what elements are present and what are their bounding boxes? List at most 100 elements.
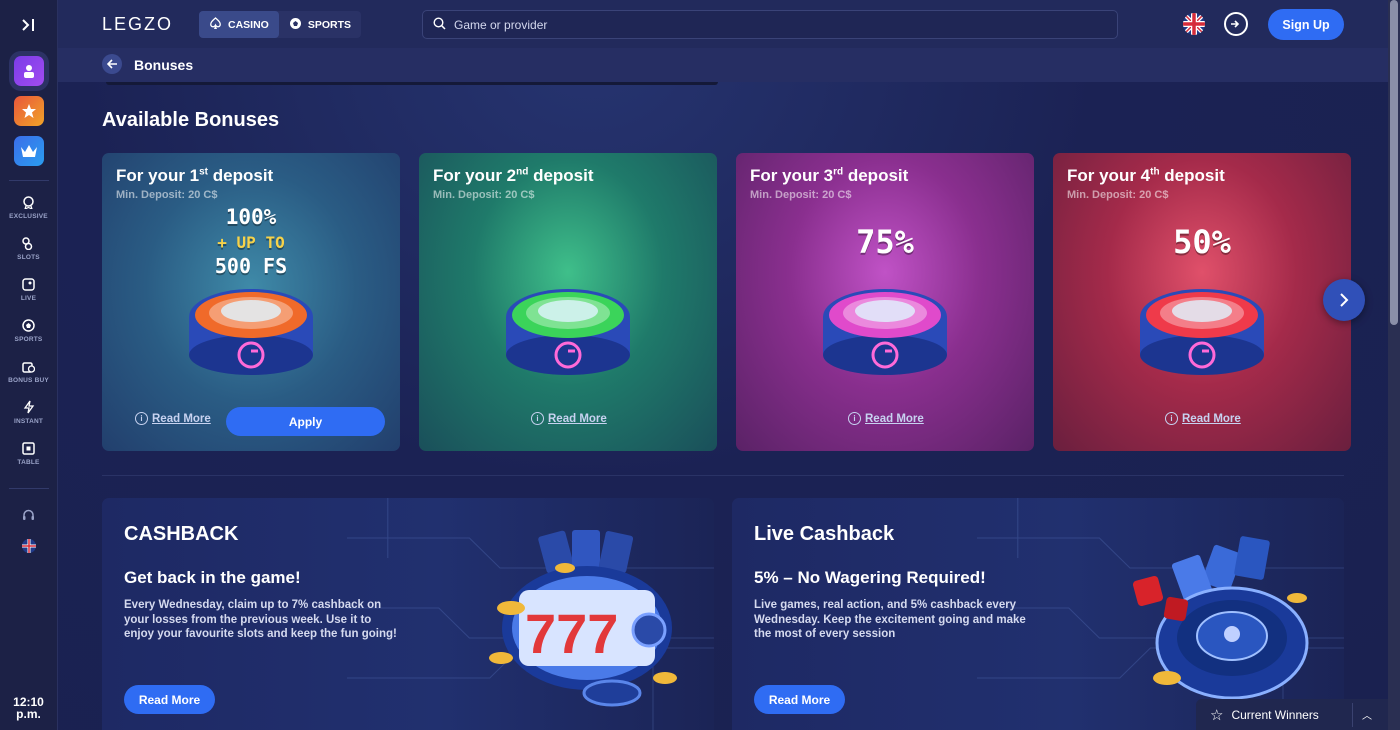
nav-tabs: CASINO SPORTS [199,11,362,38]
bonus-buy-icon [22,359,36,373]
sidebar-item-bonus-buy[interactable]: BONUS BUY [8,359,49,392]
scrollbar[interactable] [1388,0,1400,730]
sidebar-item-label: LIVE [20,295,37,302]
promo-description: Live games, real action, and 5% cashback… [754,599,1026,640]
chevron-right-icon [1340,293,1349,307]
read-more-link[interactable]: i Read More [1165,412,1241,425]
bonus-pedestal-image [189,289,313,375]
bonus-card-3: For your 3rd deposit Min. Deposit: 20 C$… [736,153,1034,451]
card-min-deposit: Min. Deposit: 20 C$ [116,189,218,201]
user-promo-icon[interactable] [13,56,44,86]
instant-icon [22,400,36,414]
offer-percent: 100% [225,205,277,229]
casino-icon [209,16,222,33]
sidebar-item-label: BONUS BUY [8,377,49,384]
language-flag-icon[interactable] [21,539,36,556]
divider [1352,703,1353,727]
sidebar-item-exclusive[interactable]: EXCLUSIVE [9,195,48,228]
logo[interactable]: LEGZO [102,14,173,35]
offer-percent: 75% [856,223,914,261]
promo-title: CASHBACK [124,523,239,545]
uk-flag-icon[interactable] [1183,13,1205,35]
search-placeholder: Game or provider [454,17,548,32]
support-headset-icon[interactable] [22,509,35,525]
read-more-link[interactable]: i Read More [135,412,211,425]
slots-icon [21,236,35,250]
card-title: For your 3rd deposit [750,166,909,185]
card-title: For your 1st deposit [116,166,274,185]
bonus-pedestal-image [1140,289,1264,375]
sports-icon [22,318,36,332]
search-icon [433,16,446,33]
offer-percent: 50% [1173,223,1231,261]
exclusive-icon [22,195,36,209]
sidebar-divider [8,180,49,181]
bonus-card-4: For your 4th deposit Min. Deposit: 20 C$… [1053,153,1351,451]
live-icon [22,277,36,291]
cashback-promo: CASHBACK Get back in the game! Every Wed… [102,498,714,730]
bonus-pedestal-image [823,289,947,375]
read-more-button[interactable]: Read More [124,685,215,714]
promo-title: Live Cashback [754,523,895,545]
sidebar-item-label: EXCLUSIVE [9,213,48,220]
tab-underline [106,82,718,85]
card-min-deposit: Min. Deposit: 20 C$ [750,189,852,201]
chevron-up-icon[interactable]: ︿ [1362,707,1372,722]
tab-casino[interactable]: CASINO [199,11,279,38]
tab-label: CASINO [228,18,269,31]
crown-icon[interactable] [13,136,44,166]
current-winners-bar[interactable]: ☆ Current Winners ︿ [1196,699,1388,730]
svg-text:777: 777 [525,602,618,665]
sidebar: EXCLUSIVE SLOTS LIVE SPORTS BONUS BUY IN… [0,0,58,730]
sidebar-item-slots[interactable]: SLOTS [17,236,40,269]
info-icon: i [848,412,861,425]
page-title: Bonuses [134,57,194,73]
info-icon: i [1165,412,1178,425]
card-title: For your 4th deposit [1067,166,1225,185]
login-icon[interactable] [1224,12,1248,36]
sidebar-item-label: SLOTS [17,254,40,261]
current-winners-label: Current Winners [1231,707,1319,722]
sidebar-item-instant[interactable]: INSTANT [14,400,43,433]
sign-up-button[interactable]: Sign Up [1268,9,1344,40]
clock-ampm: p.m. [16,707,41,721]
star-icon[interactable] [13,96,44,126]
carousel-next-button[interactable] [1323,279,1365,321]
read-more-button[interactable]: Read More [754,685,845,714]
sidebar-item-label: INSTANT [13,418,44,425]
info-icon: i [135,412,148,425]
sidebar-divider [8,488,49,489]
bonus-pedestal-image [506,289,630,375]
promo-description: Every Wednesday, claim up to 7% cashback… [124,599,397,640]
scrollbar-thumb[interactable] [1390,0,1398,325]
back-arrow-icon[interactable] [102,54,122,74]
sidebar-item-table[interactable]: TABLE [17,441,39,474]
main-content: Bonuses Available Bonuses For your 1st d… [58,48,1388,730]
card-title: For your 2nd deposit [433,166,594,185]
live-cashback-promo: Live Cashback 5% – No Wagering Required!… [732,498,1344,730]
search-input[interactable]: Game or provider [422,10,1118,39]
sidebar-item-live[interactable]: LIVE [21,277,36,310]
sidebar-item-label: TABLE [17,459,40,466]
read-more-link[interactable]: i Read More [848,412,924,425]
collapse-right-icon[interactable] [17,14,41,36]
tab-sports[interactable]: SPORTS [279,11,361,38]
table-icon [22,441,36,455]
sidebar-item-sports[interactable]: SPORTS [15,318,43,351]
sidebar-item-label: SPORTS [14,336,43,343]
breadcrumb-bar: Bonuses [58,48,1388,82]
promo-subtitle: 5% – No Wagering Required! [754,568,986,587]
apply-button[interactable]: Apply [226,407,385,436]
soccer-ball-icon [289,17,302,33]
read-more-link[interactable]: i Read More [531,412,607,425]
offer-upto: + UP TO [217,233,285,252]
tab-label: SPORTS [307,18,352,31]
slot-machine-777-image: 777 [489,530,677,707]
section-title: Available Bonuses [102,109,280,131]
bonus-card-2: For your 2nd deposit Min. Deposit: 20 C$… [419,153,717,451]
card-min-deposit: Min. Deposit: 20 C$ [433,189,535,201]
clock: 12:10 p.m. [13,696,44,720]
promo-subtitle: Get back in the game! [124,568,301,587]
star-outline-icon: ☆ [1210,706,1224,724]
offer-free-spins: 500 FS [214,254,288,278]
